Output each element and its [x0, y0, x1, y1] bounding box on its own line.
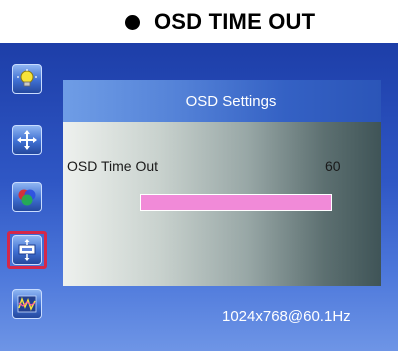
osd-time-out-value: 60 — [325, 158, 341, 174]
sidebar-item-brightness[interactable] — [12, 64, 42, 94]
signal-waveform-icon — [17, 295, 37, 313]
osd-time-out-label: OSD Time Out — [67, 158, 159, 174]
panel-header: OSD Settings — [63, 80, 381, 122]
sidebar-item-osd-settings[interactable] — [12, 235, 42, 265]
panel-title: OSD Settings — [185, 92, 277, 110]
brightness-bulb-icon — [17, 69, 37, 87]
osd-time-out-slider[interactable] — [140, 194, 332, 211]
osd-time-out-slider-fill — [140, 194, 332, 211]
resolution-status: 1024x768@60.1Hz — [222, 308, 351, 325]
osd-settings-icon — [18, 239, 36, 261]
color-rgb-icon — [18, 189, 36, 206]
bullet-icon — [125, 14, 140, 30]
sidebar-item-signal[interactable] — [12, 289, 42, 319]
sidebar-item-color[interactable] — [12, 182, 42, 212]
section-heading-title: OSD TIME OUT — [154, 9, 316, 34]
section-heading: OSD TIME OUT — [125, 8, 315, 36]
sidebar-item-position[interactable] — [12, 125, 42, 155]
position-arrows-icon — [17, 130, 37, 150]
